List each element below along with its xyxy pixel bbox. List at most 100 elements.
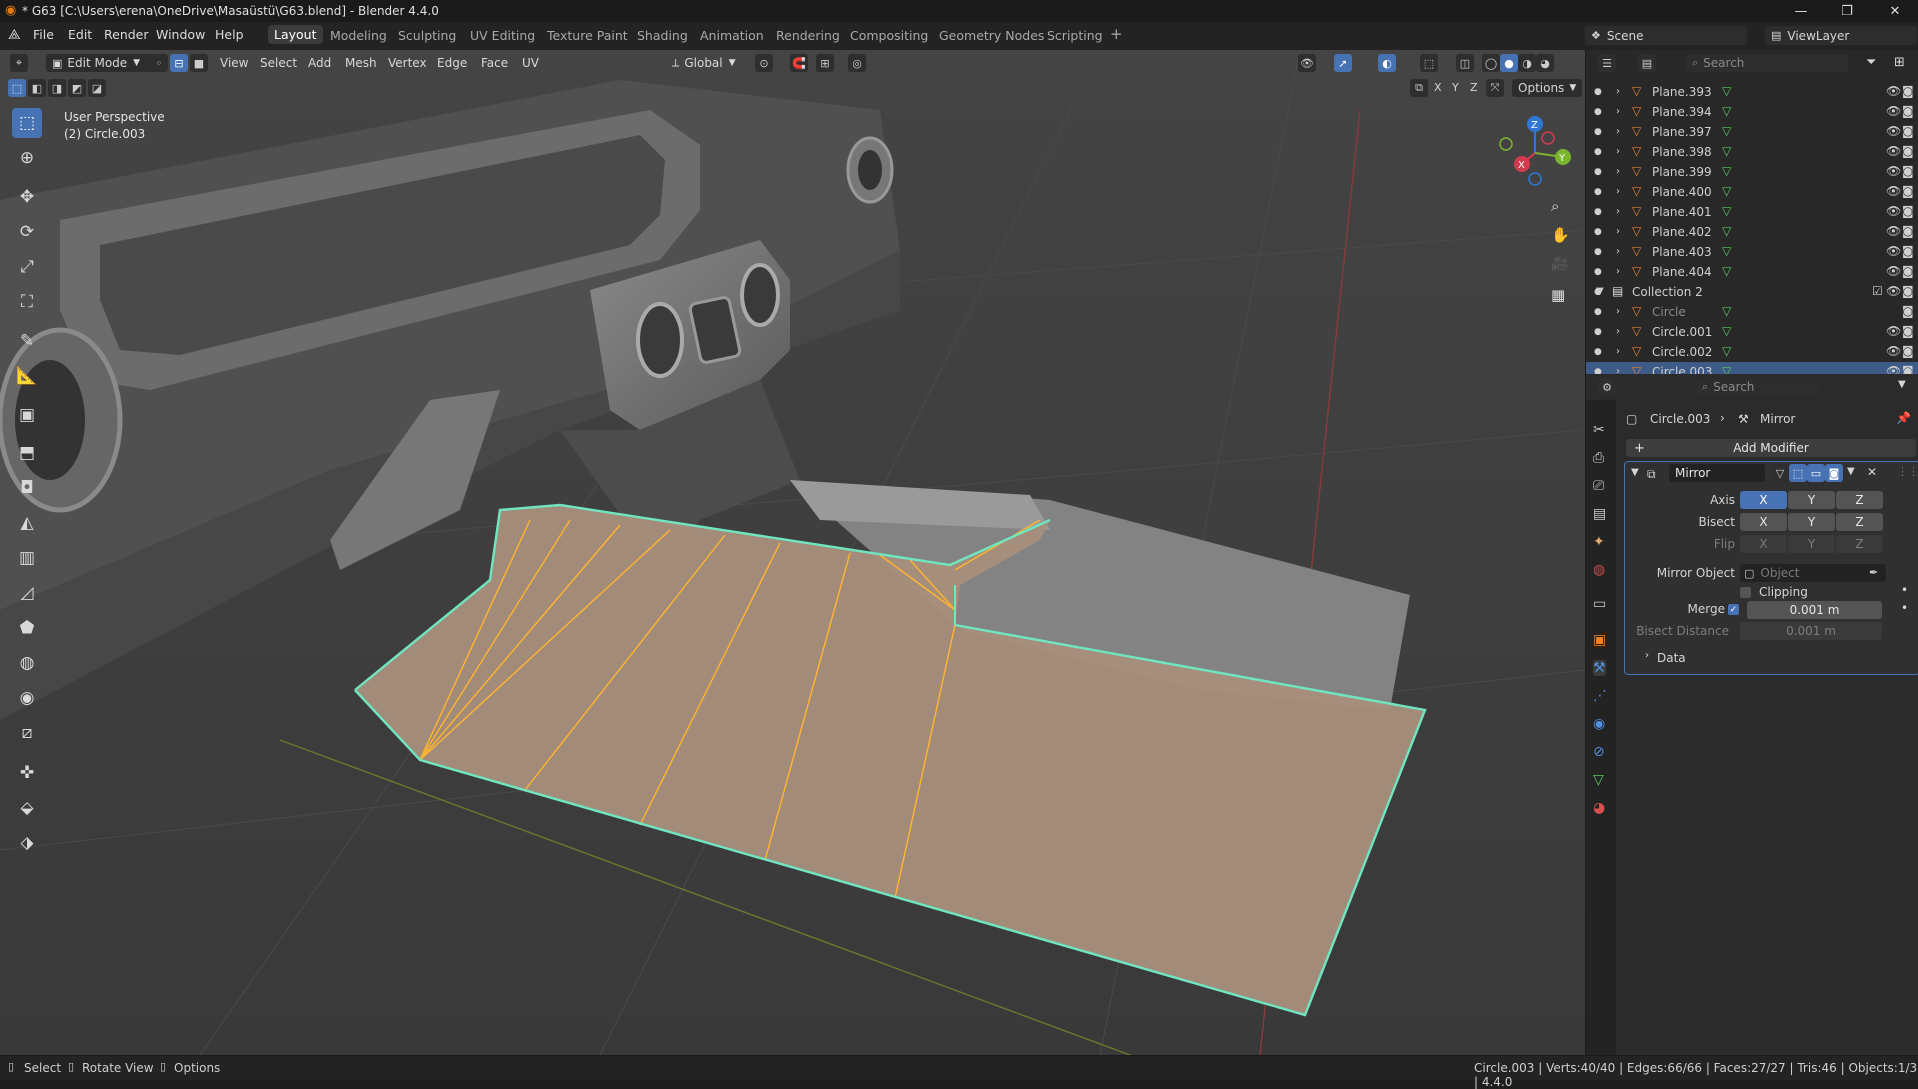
- axis-x-toggle[interactable]: X: [1740, 491, 1787, 509]
- face-select-icon[interactable]: ■: [190, 54, 208, 72]
- render-camera-icon[interactable]: ◙: [1902, 104, 1914, 118]
- world-tab-icon[interactable]: ◍: [1593, 562, 1605, 578]
- eye-icon[interactable]: 👁: [1886, 144, 1901, 158]
- new-collection-icon[interactable]: ⊞: [1894, 55, 1905, 70]
- outliner-object-row[interactable]: › ▽ Plane.404 ▽ ● 👁 ◙: [1586, 262, 1918, 282]
- flip-y-toggle[interactable]: Y: [1788, 535, 1835, 553]
- outliner-object-row[interactable]: › ▽ Plane.400 ▽ ● 👁 ◙: [1586, 182, 1918, 202]
- scene-selector[interactable]: ❖ Scene: [1585, 26, 1747, 45]
- mirror-object-field[interactable]: ▢ Object: [1740, 564, 1886, 582]
- modifier-name-field[interactable]: Mirror: [1669, 464, 1765, 482]
- collapse-chevron-icon[interactable]: ›: [1616, 346, 1620, 357]
- tab-compositing[interactable]: Compositing: [850, 28, 928, 43]
- pan-hand-icon[interactable]: ✋: [1551, 226, 1570, 244]
- bisect-z-toggle[interactable]: Z: [1836, 513, 1883, 531]
- gizmo-neg-y-axis[interactable]: [1499, 137, 1513, 151]
- mesh-data-icon[interactable]: ▽: [1722, 304, 1731, 318]
- overlay-toggle-icon[interactable]: ◐: [1378, 54, 1396, 72]
- keyframe-dot-icon[interactable]: •: [1901, 601, 1908, 615]
- render-camera-icon[interactable]: ◙: [1902, 324, 1914, 338]
- merge-checkbox[interactable]: ✓: [1728, 604, 1739, 615]
- modifier-tab-icon[interactable]: ⚒: [1593, 660, 1606, 676]
- minimize-button[interactable]: —: [1778, 0, 1824, 22]
- merge-distance-field[interactable]: 0.001 m: [1747, 601, 1882, 619]
- select-extend-icon[interactable]: ◧: [28, 79, 46, 97]
- select-subtract-icon[interactable]: ◨: [48, 79, 66, 97]
- outliner-object-row[interactable]: › ▽ Circle.002 ▽ ● 👁 ◙: [1586, 342, 1918, 362]
- eye-icon[interactable]: 👁: [1886, 344, 1901, 358]
- edit-toggle-dot-icon[interactable]: ●: [1594, 127, 1602, 137]
- render-camera-icon[interactable]: ◙: [1902, 264, 1914, 278]
- bisect-distance-field[interactable]: 0.001 m: [1740, 622, 1882, 640]
- pivot-icon[interactable]: ⊙: [755, 54, 773, 72]
- outliner-object-row[interactable]: › ▽ Plane.394 ▽ ● 👁 ◙: [1586, 102, 1918, 122]
- proportional-edit-icon[interactable]: ◎: [848, 54, 866, 72]
- render-camera-icon[interactable]: ◙: [1902, 184, 1914, 198]
- maximize-button[interactable]: ❐: [1824, 0, 1870, 22]
- 3d-viewport[interactable]: [0, 50, 1585, 1055]
- tab-uv-editing[interactable]: UV Editing: [470, 28, 535, 43]
- collapse-chevron-icon[interactable]: ▼: [1631, 467, 1639, 478]
- loop-cut-tool-icon[interactable]: ▥: [12, 543, 42, 573]
- gizmo-toggle-icon[interactable]: ➚: [1334, 54, 1352, 72]
- outliner-object-row[interactable]: › ▽ Plane.401 ▽ ● 👁 ◙: [1586, 202, 1918, 222]
- scene-tab-icon[interactable]: ✦: [1593, 534, 1605, 550]
- tab-modeling[interactable]: Modeling: [330, 28, 387, 43]
- collapse-chevron-icon[interactable]: ›: [1616, 226, 1620, 237]
- mesh-data-icon[interactable]: ▽: [1722, 204, 1731, 218]
- eye-icon[interactable]: 👁: [1886, 264, 1901, 278]
- rendered-shading-icon[interactable]: ◕: [1536, 54, 1554, 72]
- solid-shading-icon[interactable]: ●: [1500, 54, 1518, 72]
- zoom-icon[interactable]: ⌕: [1551, 197, 1559, 215]
- outliner-object-row[interactable]: › ▽ Plane.398 ▽ ● 👁 ◙: [1586, 142, 1918, 162]
- mesh-data-icon[interactable]: ▽: [1722, 184, 1731, 198]
- perspective-toggle-icon[interactable]: ▦: [1551, 286, 1565, 304]
- outliner-object-row[interactable]: › ▽ Circle ▽ ● ◙: [1586, 302, 1918, 322]
- gizmo-neg-x-axis[interactable]: [1541, 131, 1555, 145]
- drag-handle-icon[interactable]: ⋮⋮: [1897, 465, 1918, 478]
- pin-icon[interactable]: 📌: [1896, 411, 1911, 425]
- collapse-chevron-icon[interactable]: ›: [1616, 186, 1620, 197]
- mesh-data-icon[interactable]: ▽: [1722, 344, 1731, 358]
- edit-toggle-dot-icon[interactable]: ●: [1594, 287, 1602, 297]
- mirror-z-toggle[interactable]: Z: [1470, 81, 1478, 94]
- physics-tab-icon[interactable]: ◉: [1593, 716, 1605, 732]
- flip-x-toggle[interactable]: X: [1740, 535, 1787, 553]
- edge-select-icon[interactable]: ⊟: [170, 54, 188, 72]
- menu-mesh[interactable]: Mesh: [345, 54, 377, 72]
- outliner-object-row[interactable]: › ▽ Plane.399 ▽ ● 👁 ◙: [1586, 162, 1918, 182]
- menu-select[interactable]: Select: [260, 54, 297, 72]
- edit-toggle-dot-icon[interactable]: ●: [1594, 347, 1602, 357]
- render-camera-icon[interactable]: ◙: [1902, 144, 1914, 158]
- poly-build-tool-icon[interactable]: ⬟: [12, 613, 42, 643]
- select-box-icon[interactable]: ⬚: [8, 79, 26, 97]
- data-subpanel[interactable]: Data: [1657, 651, 1686, 665]
- menu-add[interactable]: Add: [308, 54, 331, 72]
- add-workspace-icon[interactable]: +: [1110, 25, 1123, 43]
- menu-uv[interactable]: UV: [522, 54, 539, 72]
- menu-edge[interactable]: Edge: [437, 54, 467, 72]
- view-layer-tab-icon[interactable]: ▤: [1593, 506, 1606, 522]
- view-layer-selector[interactable]: ▤ ViewLayer: [1765, 26, 1917, 45]
- filter-icon[interactable]: ⏷: [1866, 55, 1876, 70]
- mesh-data-icon[interactable]: ▽: [1722, 124, 1731, 138]
- render-camera-icon[interactable]: ◙: [1902, 224, 1914, 238]
- auto-merge-icon[interactable]: ⤧: [1486, 79, 1504, 97]
- collapse-chevron-icon[interactable]: ›: [1616, 306, 1620, 317]
- output-tab-icon[interactable]: ⎚: [1593, 478, 1604, 494]
- render-camera-icon[interactable]: ◙: [1902, 284, 1914, 298]
- shrink-fatten-tool-icon[interactable]: ✜: [12, 758, 42, 788]
- render-camera-icon[interactable]: ◙: [1902, 344, 1914, 358]
- mirror-x-toggle[interactable]: X: [1434, 81, 1442, 94]
- chevron-down-icon[interactable]: ▼: [1898, 379, 1906, 390]
- tab-animation[interactable]: Animation: [700, 28, 764, 43]
- inset-tool-icon[interactable]: ◘: [12, 473, 42, 503]
- options-dropdown[interactable]: Options ▼: [1512, 79, 1583, 97]
- select-invert-icon[interactable]: ◩: [68, 79, 86, 97]
- eye-icon[interactable]: 👁: [1886, 104, 1901, 118]
- mesh-data-icon[interactable]: ▽: [1722, 144, 1731, 158]
- eye-icon[interactable]: 👁: [1886, 184, 1901, 198]
- rotate-tool-icon[interactable]: ⟳: [12, 217, 42, 247]
- flip-z-toggle[interactable]: Z: [1836, 535, 1883, 553]
- properties-search-input[interactable]: ⌕ Search: [1696, 378, 1818, 396]
